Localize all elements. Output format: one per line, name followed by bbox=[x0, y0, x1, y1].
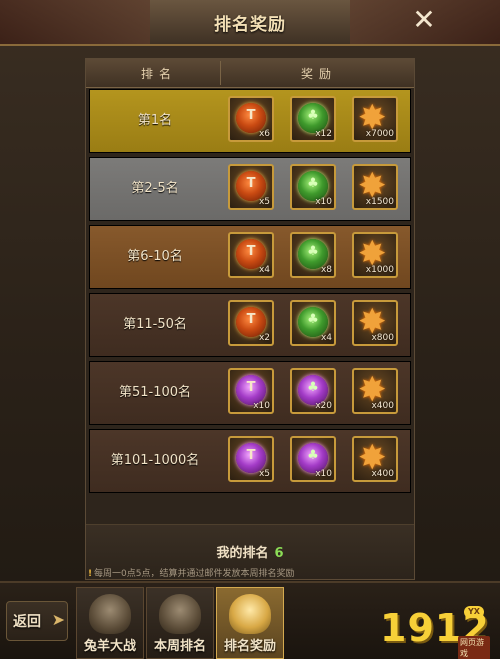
reward-item[interactable]: ♣ x10 bbox=[290, 436, 336, 482]
trophy-icon bbox=[229, 594, 271, 634]
item-glyph: ♣ bbox=[307, 244, 319, 259]
item-count: x400 bbox=[371, 401, 394, 411]
item-count: x12 bbox=[315, 129, 332, 139]
back-button[interactable]: 返回 ➤ bbox=[6, 601, 68, 641]
reward-item[interactable]: ✸ x7000 bbox=[352, 96, 398, 142]
reward-item[interactable]: ♣ x4 bbox=[290, 300, 336, 346]
column-divider bbox=[220, 61, 221, 85]
reward-item[interactable]: ✸ x800 bbox=[352, 300, 398, 346]
reward-item[interactable]: Tx5 bbox=[228, 164, 274, 210]
item-count: x20 bbox=[315, 401, 332, 411]
item-glyph: ♣ bbox=[307, 380, 319, 395]
info-tip-text: 每周一0点5点，结算并通过邮件发放本周排名奖励 bbox=[94, 569, 295, 579]
reward-item[interactable]: Tx5 bbox=[228, 436, 274, 482]
reward-row: 第2-5名 Tx5 ♣ x10 ✸ x1500 bbox=[89, 157, 411, 221]
item-count: x6 bbox=[258, 129, 270, 139]
tab-ranking-rewards-label: 排名奖励 bbox=[223, 639, 276, 654]
tab-battle[interactable]: 兔羊大战 bbox=[76, 587, 144, 659]
tab-battle-label: 兔羊大战 bbox=[83, 639, 136, 654]
item-count: x10 bbox=[315, 197, 332, 207]
logo-subtitle: 网页游戏 bbox=[458, 636, 490, 659]
item-glyph: T bbox=[246, 244, 256, 259]
item-count: x7000 bbox=[365, 129, 394, 139]
reward-row: 第11-50名 Tx2 ♣ x4 ✸ x800 bbox=[89, 293, 411, 357]
item-count: x5 bbox=[258, 197, 270, 207]
rank-label: 第101-1000名 bbox=[110, 453, 200, 468]
rank-label: 第11-50名 bbox=[123, 317, 187, 332]
item-count: x800 bbox=[371, 333, 394, 343]
item-glyph: ♣ bbox=[307, 312, 319, 327]
title-bar: 排名奖励 ✕ bbox=[0, 0, 500, 46]
tab-ranking-rewards[interactable]: 排名奖励 bbox=[216, 587, 284, 659]
item-count: x4 bbox=[258, 265, 270, 275]
reward-item[interactable]: Tx2 bbox=[228, 300, 274, 346]
my-rank: 我的排名 6 bbox=[86, 542, 414, 561]
item-glyph: T bbox=[246, 380, 256, 395]
reward-row: 第1名 Tx6 ♣ x12 ✸ x7000 bbox=[89, 89, 411, 153]
tab-weekly-ranking-label: 本周排名 bbox=[153, 639, 206, 654]
item-glyph: T bbox=[246, 176, 256, 191]
reward-item[interactable]: Tx10 bbox=[228, 368, 274, 414]
reward-item[interactable]: Tx4 bbox=[228, 232, 274, 278]
reward-panel: 排名 奖励 第1名 Tx6 ♣ x12 ✸ x7000 第2-5名 Tx5 ♣ x10 ✸ x1500… bbox=[85, 58, 415, 580]
item-count: x2 bbox=[258, 333, 270, 343]
site-logo: 1912 YX 网页游戏 bbox=[380, 600, 490, 659]
reward-item[interactable]: ✸ x1500 bbox=[352, 164, 398, 210]
column-header-rank: 排名 bbox=[141, 67, 178, 81]
logo-badge: YX bbox=[464, 606, 484, 618]
item-count: x400 bbox=[371, 469, 394, 479]
reward-item[interactable]: ♣ x10 bbox=[290, 164, 336, 210]
item-count: x10 bbox=[315, 469, 332, 479]
item-count: x5 bbox=[258, 469, 270, 479]
item-glyph: T bbox=[246, 312, 256, 327]
reward-window: 排名奖励 ✕ 排名 奖励 第1名 Tx6 ♣ x12 ✸ x7000 第2-5名 Tx5 ♣ x1… bbox=[0, 0, 500, 659]
close-icon[interactable]: ✕ bbox=[408, 4, 440, 36]
item-glyph: ♣ bbox=[307, 448, 319, 463]
rank-label: 第2-5名 bbox=[131, 181, 179, 196]
reward-row: 第51-100名 Tx10 ♣ x20 ✸ x400 bbox=[89, 361, 411, 425]
item-glyph: T bbox=[246, 448, 256, 463]
reward-rows: 第1名 Tx6 ♣ x12 ✸ x7000 第2-5名 Tx5 ♣ x10 ✸ x1500 第6-10名… bbox=[89, 89, 411, 497]
reward-item[interactable]: ✸ x400 bbox=[352, 368, 398, 414]
my-rank-label: 我的排名 bbox=[216, 546, 269, 561]
rank-label: 第51-100名 bbox=[118, 385, 192, 400]
item-count: x8 bbox=[320, 265, 332, 275]
column-header-reward: 奖励 bbox=[301, 67, 338, 81]
table-header: 排名 奖励 bbox=[86, 59, 414, 88]
rank-label: 第6-10名 bbox=[127, 249, 183, 264]
reward-item[interactable]: ✸ x1000 bbox=[352, 232, 398, 278]
reward-item[interactable]: ♣ x12 bbox=[290, 96, 336, 142]
ram-emblem-icon bbox=[89, 594, 131, 634]
rank-label: 第1名 bbox=[137, 113, 173, 128]
reward-item[interactable]: ♣ x20 bbox=[290, 368, 336, 414]
item-glyph: T bbox=[246, 108, 256, 123]
item-glyph: ♣ bbox=[307, 108, 319, 123]
back-arrow-icon: ➤ bbox=[51, 610, 65, 629]
my-rank-value: 6 bbox=[274, 546, 284, 561]
reward-row: 第101-1000名 Tx5 ♣ x10 ✸ x400 bbox=[89, 429, 411, 493]
info-tip: ! 每周一0点5点，结算并通过邮件发放本周排名奖励 bbox=[88, 566, 294, 579]
reward-item[interactable]: ♣ x8 bbox=[290, 232, 336, 278]
tab-weekly-ranking[interactable]: 本周排名 bbox=[146, 587, 214, 659]
item-count: x10 bbox=[253, 401, 270, 411]
reward-item[interactable]: Tx6 bbox=[228, 96, 274, 142]
back-button-label: 返回 bbox=[13, 614, 41, 630]
reward-item[interactable]: ✸ x400 bbox=[352, 436, 398, 482]
item-count: x4 bbox=[320, 333, 332, 343]
item-count: x1500 bbox=[365, 197, 394, 207]
item-count: x1000 bbox=[365, 265, 394, 275]
item-glyph: ♣ bbox=[307, 176, 319, 191]
ram-head-icon bbox=[159, 594, 201, 634]
reward-row: 第6-10名 Tx4 ♣ x8 ✸ x1000 bbox=[89, 225, 411, 289]
